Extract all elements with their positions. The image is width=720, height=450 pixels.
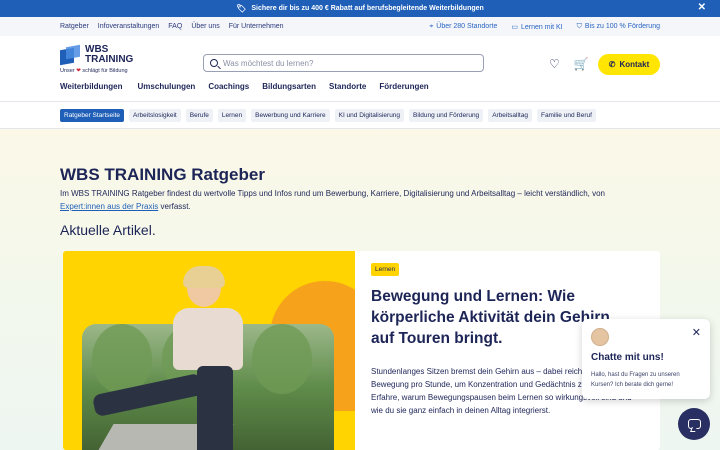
nav-bildungsarten[interactable]: Bildungsarten bbox=[262, 82, 316, 101]
util-link-infoveranstaltungen[interactable]: Infoveranstaltungen bbox=[98, 23, 160, 30]
chip-bildung-foerderung[interactable]: Bildung und Förderung bbox=[409, 108, 484, 122]
util-link-ratgeber[interactable]: Ratgeber bbox=[60, 23, 89, 30]
tag-icon: 🏷 bbox=[236, 4, 247, 13]
chip-bewerbung-karriere[interactable]: Bewerbung und Karriere bbox=[251, 108, 330, 122]
utility-features: ⌖ Über 280 Standorte ▭ Lernen mit KI ⛉ Bis … bbox=[429, 23, 660, 31]
logo-mark-icon bbox=[60, 44, 80, 65]
nav-standorte[interactable]: Standorte bbox=[329, 82, 366, 101]
nav-coachings[interactable]: Coachings bbox=[208, 82, 249, 101]
logo-text-training: TRAINING bbox=[85, 53, 134, 65]
intro-paragraph: Im WBS TRAINING Ratgeber findest du wert… bbox=[60, 189, 606, 211]
article-title[interactable]: Bewegung und Lernen: Wie körperliche Akt… bbox=[371, 286, 611, 349]
category-badge[interactable]: Lernen bbox=[371, 263, 400, 276]
site-header: WBS TRAINING Unser ❤ schlägt für Bildung… bbox=[0, 36, 720, 82]
close-icon[interactable]: ✕ bbox=[692, 326, 701, 339]
util-link-unternehmen[interactable]: Für Unternehmen bbox=[229, 23, 284, 30]
search-icon bbox=[210, 59, 218, 67]
nav-umschulungen[interactable]: Umschulungen bbox=[138, 82, 196, 101]
slogan: Unser ❤ schlägt für Bildung bbox=[60, 67, 128, 74]
util-feature-foerderung[interactable]: ⛉ Bis zu 100 % Förderung bbox=[577, 23, 660, 31]
avatar bbox=[591, 328, 609, 346]
phone-icon: ✆ bbox=[608, 60, 616, 69]
chip-berufe[interactable]: Berufe bbox=[185, 108, 213, 122]
util-feature-standorte[interactable]: ⌖ Über 280 Standorte bbox=[429, 23, 497, 31]
chip-lernen[interactable]: Lernen bbox=[217, 108, 247, 122]
chip-ki-digitalisierung[interactable]: KI und Digitalisierung bbox=[334, 108, 405, 122]
laptop-icon: ▭ bbox=[511, 23, 518, 31]
experts-link[interactable]: Expert:innen aus der Praxis bbox=[60, 202, 158, 211]
heart-outline-icon[interactable]: ♡ bbox=[549, 57, 560, 71]
close-icon[interactable]: ✕ bbox=[698, 2, 706, 13]
utility-bar: Ratgeber Infoveranstaltungen FAQ Über un… bbox=[0, 17, 720, 36]
search-input[interactable]: Was möchtest du lernen? bbox=[203, 54, 484, 72]
chat-bubble-icon bbox=[687, 419, 701, 429]
article-card[interactable]: Lernen Bewegung und Lernen: Wie körperli… bbox=[63, 251, 660, 450]
article-image[interactable] bbox=[63, 251, 355, 450]
util-feature-ki[interactable]: ▭ Lernen mit KI bbox=[511, 23, 562, 31]
util-link-ueber-uns[interactable]: Über uns bbox=[191, 23, 219, 30]
chat-message: Hallo, hast du Fragen zu unseren Kursen?… bbox=[591, 372, 680, 388]
logo[interactable]: WBS TRAINING Unser ❤ schlägt für Bildung bbox=[60, 43, 180, 74]
promo-text: Sichere dir bis zu 400 € Rabatt auf beru… bbox=[251, 5, 484, 12]
chip-arbeitslosigkeit[interactable]: Arbeitslosigkeit bbox=[129, 108, 181, 122]
page-title: WBS TRAINING Ratgeber bbox=[60, 165, 265, 184]
header-icons: ♡ 🛒 bbox=[549, 57, 589, 71]
chip-arbeitsalltag[interactable]: Arbeitsalltag bbox=[488, 108, 532, 122]
utility-links: Ratgeber Infoveranstaltungen FAQ Über un… bbox=[60, 23, 284, 30]
main-nav: Weiterbildungen Umschulungen Coachings B… bbox=[0, 82, 720, 102]
contact-button[interactable]: ✆ Kontakt bbox=[598, 54, 660, 75]
chat-popup[interactable]: ✕ Chatte mit uns! Hallo, hast du Fragen … bbox=[582, 319, 710, 399]
cart-icon[interactable]: 🛒 bbox=[574, 57, 589, 71]
chat-button[interactable] bbox=[678, 408, 710, 440]
chip-familie-beruf[interactable]: Familie und Beruf bbox=[536, 108, 596, 122]
hero-section: WBS TRAINING Ratgeber Im WBS TRAINING Ra… bbox=[0, 129, 720, 450]
util-link-faq[interactable]: FAQ bbox=[168, 23, 182, 30]
section-title: Aktuelle Artikel. bbox=[60, 222, 156, 238]
logo-text-wbs: WBS bbox=[85, 43, 109, 55]
chip-ratgeber-startseite[interactable]: Ratgeber Startseite bbox=[60, 108, 125, 122]
location-pin-icon: ⌖ bbox=[429, 22, 434, 30]
heart-icon: ❤ bbox=[76, 67, 81, 74]
nav-weiterbildungen[interactable]: Weiterbildungen bbox=[60, 82, 123, 101]
category-nav: Ratgeber Startseite Arbeitslosigkeit Ber… bbox=[0, 102, 720, 129]
search-placeholder: Was möchtest du lernen? bbox=[223, 58, 314, 68]
chat-title: Chatte mit uns! bbox=[591, 352, 664, 363]
shield-icon: ⛉ bbox=[576, 22, 582, 30]
promo-banner[interactable]: 🏷 Sichere dir bis zu 400 € Rabatt auf be… bbox=[0, 0, 720, 17]
nav-foerderungen[interactable]: Förderungen bbox=[379, 82, 428, 101]
